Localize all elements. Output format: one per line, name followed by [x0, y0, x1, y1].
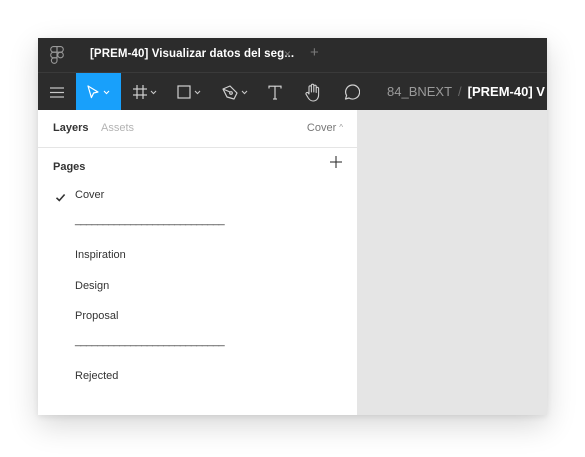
add-page-button[interactable] — [328, 154, 344, 170]
page-item-divider[interactable]: ___________________________ — [38, 212, 358, 242]
title-bar: [PREM-40] Visualizar datos del seg... × … — [38, 38, 547, 72]
figma-window: [PREM-40] Visualizar datos del seg... × … — [38, 38, 547, 415]
pen-tool-icon — [222, 84, 238, 100]
page-item-inspiration[interactable]: Inspiration — [38, 242, 358, 272]
page-item-design[interactable]: Design — [38, 273, 358, 303]
figma-logo-icon[interactable] — [50, 46, 64, 64]
chevron-down-icon — [241, 90, 248, 95]
page-item-label: ___________________________ — [75, 214, 225, 227]
text-tool-button[interactable] — [260, 73, 290, 111]
tab-close-icon[interactable]: × — [284, 47, 291, 61]
canvas[interactable] — [358, 110, 547, 415]
tab-layers[interactable]: Layers — [53, 122, 88, 134]
page-item-cover[interactable]: Cover — [38, 182, 358, 212]
rectangle-tool-button[interactable] — [169, 73, 209, 111]
new-tab-icon[interactable]: + — [310, 44, 319, 61]
tab-assets[interactable]: Assets — [101, 122, 134, 134]
checkmark-icon — [55, 190, 66, 202]
toolbar: 84_BNEXT / [PREM-40] V — [38, 72, 547, 111]
chevron-down-icon — [150, 90, 157, 95]
page-item-label: Design — [75, 279, 110, 292]
page-item-label: Rejected — [75, 370, 119, 383]
breadcrumb-team[interactable]: 84_BNEXT — [387, 84, 452, 99]
pages-section-title: Pages — [53, 161, 86, 173]
menu-icon — [50, 86, 64, 98]
frame-tool-button[interactable] — [125, 73, 165, 111]
page-item-label: Cover — [75, 189, 105, 201]
current-page-switcher[interactable]: Cover ^ — [307, 122, 343, 134]
page-item-divider[interactable]: ___________________________ — [38, 333, 358, 363]
hand-tool-icon — [304, 83, 322, 102]
chevron-down-icon — [194, 90, 201, 95]
file-tab-title[interactable]: [PREM-40] Visualizar datos del seg... — [90, 48, 294, 60]
panel-tabs: Layers Assets Cover ^ — [38, 110, 358, 148]
breadcrumb-file-name[interactable]: [PREM-40] V — [468, 84, 545, 99]
main-menu-button[interactable] — [38, 73, 76, 111]
page-item-label: Proposal — [75, 309, 119, 322]
current-page-label: Cover — [306, 122, 337, 134]
frame-tool-icon — [133, 85, 147, 99]
left-sidebar: Layers Assets Cover ^ Pages Cover _______… — [38, 110, 358, 415]
page-item-label: Inspiration — [75, 249, 126, 262]
move-tool-button[interactable] — [76, 73, 121, 111]
pen-tool-button[interactable] — [213, 73, 257, 111]
page-item-proposal[interactable]: Proposal — [38, 303, 358, 333]
rectangle-tool-icon — [177, 85, 191, 99]
hand-tool-button[interactable] — [298, 73, 328, 111]
page-item-rejected[interactable]: Rejected — [38, 363, 358, 393]
chevron-up-icon: ^ — [339, 123, 343, 132]
move-tool-icon — [87, 85, 100, 99]
breadcrumb-separator: / — [458, 84, 462, 99]
comment-tool-button[interactable] — [336, 73, 366, 111]
text-tool-icon — [268, 85, 282, 100]
comment-tool-icon — [343, 83, 360, 101]
plus-icon — [330, 156, 342, 168]
page-item-label: ___________________________ — [75, 334, 225, 347]
breadcrumb: 84_BNEXT / [PREM-40] V — [387, 84, 545, 99]
pages-list: Cover ___________________________ Inspir… — [38, 182, 358, 393]
chevron-down-icon — [103, 90, 110, 95]
